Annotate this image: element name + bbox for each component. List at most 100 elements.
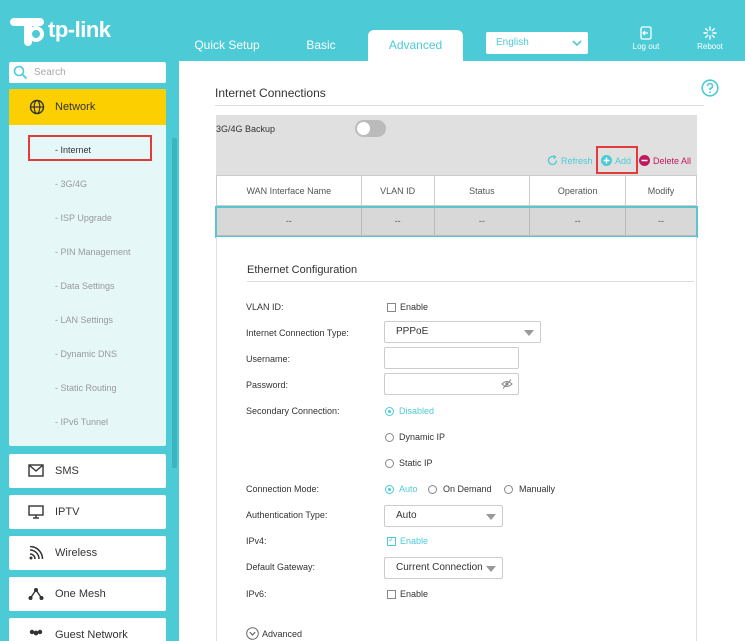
secondary-connection-label: Secondary Connection: (246, 406, 340, 416)
logout-button[interactable]: Log out (621, 26, 671, 51)
wan-table: WAN Interface Name VLAN ID Status Operat… (216, 175, 697, 236)
cell-operation: -- (529, 205, 627, 236)
page-title: Internet Connections (215, 86, 326, 100)
mode-on-demand-radio[interactable] (428, 485, 437, 494)
password-input[interactable] (384, 373, 519, 395)
refresh-label: Refresh (561, 155, 593, 166)
one-mesh-label: One Mesh (55, 588, 106, 600)
sidebar-item-ipv6-tunnel[interactable]: - IPv6 Tunnel (55, 417, 108, 427)
mode-auto-radio[interactable] (385, 485, 394, 494)
col-modify: Modify (625, 175, 697, 206)
sidebar-item-data-settings[interactable]: - Data Settings (55, 281, 115, 291)
mesh-icon (28, 588, 44, 600)
col-vlan-id: VLAN ID (360, 175, 435, 206)
tab-advanced[interactable]: Advanced (368, 30, 463, 61)
cell-wan-interface-name: -- (216, 205, 362, 236)
username-input[interactable] (384, 347, 519, 369)
sidebar-item-network[interactable]: Network (9, 89, 166, 125)
username-label: Username: (246, 354, 291, 364)
highlight-add (596, 146, 638, 174)
ipv6-label: IPv6: (246, 589, 267, 599)
delete-all-label: Delete All (653, 155, 692, 166)
search-input[interactable]: Search (9, 62, 166, 83)
sidebar-item-pin-management[interactable]: - PIN Management (55, 247, 131, 257)
backup-toggle[interactable] (355, 120, 386, 137)
sidebar-item-3g4g[interactable]: - 3G/4G (55, 179, 87, 189)
auth-type-select[interactable]: Auto (384, 505, 503, 527)
secondary-dynamic-ip-radio[interactable] (385, 433, 394, 442)
language-value: English (496, 37, 529, 48)
auth-type-label: Authentication Type: (246, 510, 328, 520)
minus-circle-icon (639, 155, 650, 166)
ipv4-enable-checkbox[interactable] (387, 535, 396, 546)
default-gateway-select[interactable]: Current Connection (384, 557, 503, 579)
ethernet-config-panel: Ethernet Configuration VLAN ID: Enable I… (216, 237, 697, 641)
search-icon (13, 65, 28, 80)
sidebar-item-sms[interactable]: SMS (9, 454, 166, 488)
delete-all-button[interactable]: Delete All (639, 155, 691, 166)
guest-users-icon (29, 629, 43, 636)
reboot-button[interactable]: Reboot (685, 26, 735, 51)
vlan-id-label: VLAN ID: (246, 302, 284, 312)
help-icon[interactable] (701, 79, 719, 97)
tp-link-logo: tp-link (10, 14, 111, 46)
sidebar-item-wireless[interactable]: Wireless (9, 536, 166, 570)
conn-type-value: PPPoE (396, 326, 429, 337)
vlan-enable-checkbox[interactable] (387, 303, 396, 312)
conn-type-select[interactable]: PPPoE (384, 321, 541, 343)
secondary-static-ip-label: Static IP (399, 458, 433, 468)
mode-manually-label: Manually (519, 484, 556, 494)
eye-off-icon[interactable] (501, 378, 513, 390)
sidebar-item-one-mesh[interactable]: One Mesh (9, 577, 166, 611)
secondary-static-ip-radio[interactable] (385, 459, 394, 468)
sidebar-scrollbar[interactable] (172, 138, 177, 468)
highlight-internet (28, 135, 152, 161)
cell-vlan-id: -- (360, 205, 435, 236)
sidebar-item-static-routing[interactable]: - Static Routing (55, 383, 117, 393)
col-operation: Operation (529, 175, 627, 206)
vlan-enable-label: Enable (400, 302, 429, 312)
auth-type-value: Auto (396, 510, 417, 521)
brand-name: tp-link (48, 17, 111, 42)
cell-modify: -- (625, 205, 697, 236)
password-label: Password: (246, 380, 289, 390)
secondary-disabled-radio[interactable] (385, 407, 394, 416)
mode-manually-radio[interactable] (504, 485, 513, 494)
tab-quick-setup[interactable]: Quick Setup (184, 30, 270, 60)
refresh-button[interactable]: Refresh (547, 155, 593, 166)
sidebar-item-isp-upgrade[interactable]: - ISP Upgrade (55, 213, 112, 223)
sidebar-item-dynamic-dns[interactable]: - Dynamic DNS (55, 349, 117, 359)
network-label: Network (55, 101, 96, 113)
wifi-icon (29, 546, 44, 560)
envelope-icon (28, 464, 44, 477)
ipv6-enable-checkbox[interactable] (387, 590, 396, 599)
mode-auto-label: Auto (399, 484, 418, 494)
cell-status: -- (433, 205, 531, 236)
backup-label: 3G/4G Backup (216, 124, 276, 134)
default-gateway-value: Current Connection (396, 562, 483, 573)
chevron-down-circle-icon (246, 627, 259, 640)
ipv4-enable-label: Enable (400, 536, 429, 546)
table-row[interactable]: -- -- -- -- -- (216, 205, 697, 236)
sidebar-item-lan-settings[interactable]: - LAN Settings (55, 315, 113, 325)
language-select[interactable]: English (486, 32, 588, 54)
monitor-icon (28, 505, 44, 519)
tp-link-logo-icon (10, 18, 44, 46)
ipv4-label: IPv4: (246, 536, 267, 546)
sidebar-item-iptv[interactable]: IPTV (9, 495, 166, 529)
search-placeholder: Search (34, 67, 66, 78)
dropdown-arrow-icon (486, 514, 496, 520)
ethernet-divider (247, 281, 694, 282)
logout-icon (640, 26, 652, 40)
advanced-toggle[interactable]: Advanced (246, 627, 302, 640)
secondary-dynamic-ip-label: Dynamic IP (399, 432, 446, 442)
dropdown-arrow-icon (524, 330, 534, 336)
ipv6-enable-label: Enable (400, 589, 429, 599)
chevron-down-icon (572, 40, 582, 47)
logout-label: Log out (632, 42, 660, 51)
tab-basic[interactable]: Basic (286, 30, 356, 60)
reboot-label: Reboot (697, 42, 723, 51)
globe-icon (29, 99, 45, 115)
connection-mode-label: Connection Mode: (246, 484, 320, 494)
sidebar-item-guest-network[interactable]: Guest Network (9, 618, 166, 641)
